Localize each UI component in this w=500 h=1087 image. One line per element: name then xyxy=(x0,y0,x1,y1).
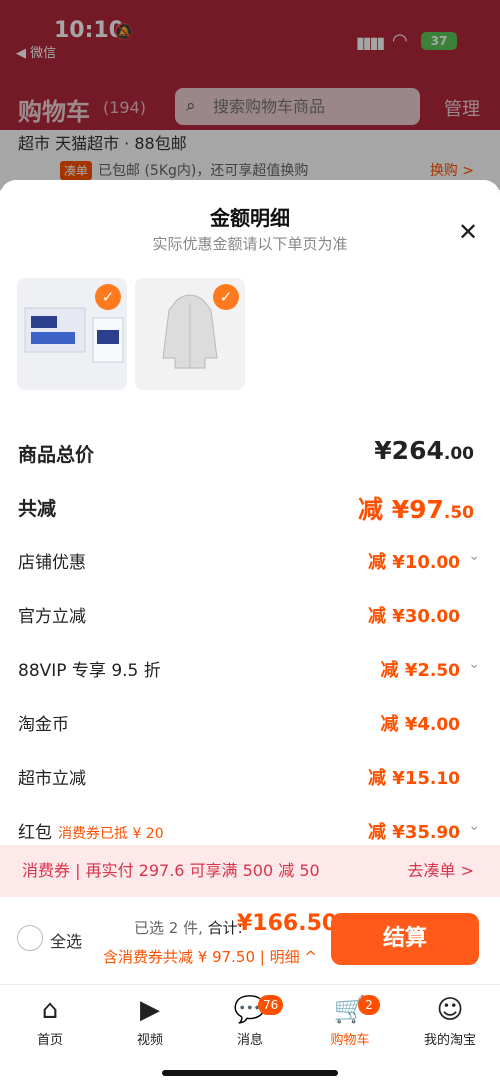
chevron-down-icon[interactable]: ⌄ xyxy=(468,656,480,672)
row-label: 88VIP 专享 9.5 折 xyxy=(18,661,161,681)
chevron-down-icon[interactable]: ⌄ xyxy=(468,818,480,834)
row-label: 超市立减 xyxy=(18,769,86,789)
selected-check-icon[interactable]: ✓ xyxy=(213,284,239,310)
row-value: 减 ¥30.00 xyxy=(368,606,460,627)
sheet-subtitle: 实际优惠金额请以下单页为准 xyxy=(152,235,348,253)
row-value: 减 ¥35.90 xyxy=(368,822,460,843)
cart-icon: 🛒 xyxy=(333,995,367,1025)
close-icon[interactable]: ✕ xyxy=(454,218,482,246)
selected-check-icon[interactable]: ✓ xyxy=(95,284,121,310)
row-value: 减 ¥10.00 xyxy=(368,552,460,573)
tab-messages[interactable]: 💬 消息 76 xyxy=(200,993,300,1048)
coupon-text: 消费券 | 再实付 297.6 可享满 500 减 50 xyxy=(22,861,320,880)
tab-label: 购物车 xyxy=(330,1033,370,1048)
sheet-title: 金额明细 xyxy=(210,206,290,230)
selected-summary: 已选 2 件, 合计: xyxy=(134,919,243,937)
total-price: ¥166.50 xyxy=(237,911,338,936)
tab-home[interactable]: ⌂ 首页 xyxy=(0,993,100,1048)
tab-label: 我的淘宝 xyxy=(423,1033,476,1048)
row-store-discount[interactable]: 店铺优惠 减 ¥10.00 ⌄ xyxy=(18,548,480,578)
tab-profile[interactable]: ☺ 我的淘宝 xyxy=(400,993,500,1048)
cart-badge: 2 xyxy=(358,995,380,1015)
row-total-price: 商品总价 ¥264.00 xyxy=(18,436,474,470)
checkout-button[interactable]: 结算 xyxy=(331,913,479,965)
home-indicator xyxy=(162,1070,338,1076)
checkout-bar: 全选 已选 2 件, 合计: ¥166.50 含消费券共减 ¥ 97.50 | … xyxy=(0,897,500,984)
message-icon: 💬 xyxy=(233,995,267,1025)
row-label: 官方立减 xyxy=(18,607,86,627)
row-value: 减 ¥15.10 xyxy=(368,768,460,789)
select-all-radio[interactable] xyxy=(17,925,43,951)
row-supermarket-discount: 超市立减 减 ¥15.10 xyxy=(18,764,474,794)
row-taojinbi: 淘金币 减 ¥4.00 xyxy=(18,710,474,740)
coupon-promo-bar[interactable]: 消费券 | 再实付 297.6 可享满 500 减 50 去凑单 > xyxy=(0,845,500,897)
chevron-down-icon[interactable]: ⌄ xyxy=(468,548,480,564)
add-items-link[interactable]: 去凑单 > xyxy=(408,845,475,897)
row-value: ¥264.00 xyxy=(374,436,474,465)
row-label: 店铺优惠 xyxy=(18,553,86,573)
home-icon: ⌂ xyxy=(41,995,59,1025)
product-thumbnail-jacket: ✓ xyxy=(135,278,245,390)
row-total-discount: 共减 减 ¥97.50 xyxy=(18,494,474,524)
profile-icon: ☺ xyxy=(436,995,464,1025)
row-value: 减 ¥4.00 xyxy=(380,714,460,735)
coupon-note: 消费券已抵 ¥ 20 xyxy=(58,826,164,842)
row-label: 红包 消费券已抵 ¥ 20 xyxy=(18,823,164,843)
row-value: 减 ¥2.50 xyxy=(380,660,460,681)
row-value: 减 ¥97.50 xyxy=(357,495,474,524)
video-icon: ▶ xyxy=(140,995,160,1025)
message-badge: 76 xyxy=(258,995,284,1015)
product-thumbnail-milk: ✓ xyxy=(17,278,127,390)
tab-label: 首页 xyxy=(36,1033,63,1048)
row-label: 共减 xyxy=(18,498,57,520)
row-red-packet[interactable]: 红包 消费券已抵 ¥ 20 减 ¥35.90 ⌄ xyxy=(18,818,480,848)
tab-video[interactable]: ▶ 视频 xyxy=(100,993,200,1048)
discount-detail-toggle[interactable]: 含消费券共减 ¥ 97.50 | 明细 ^ xyxy=(103,946,317,967)
tab-label: 消息 xyxy=(236,1033,263,1048)
row-label: 淘金币 xyxy=(18,715,69,735)
row-label: 商品总价 xyxy=(18,444,95,466)
overlay-dim[interactable] xyxy=(0,0,500,190)
row-88vip-discount[interactable]: 88VIP 专享 9.5 折 减 ¥2.50 ⌄ xyxy=(18,656,480,686)
price-detail-sheet: 金额明细 实际优惠金额请以下单页为准 ✕ ✓ ✓ 商品总价 ¥264.00 共减… xyxy=(0,180,500,984)
row-official-discount: 官方立减 减 ¥30.00 xyxy=(18,602,474,632)
tab-label: 视频 xyxy=(136,1033,163,1048)
tab-cart[interactable]: 🛒 购物车 2 xyxy=(300,993,400,1048)
select-all-label[interactable]: 全选 xyxy=(50,928,82,952)
